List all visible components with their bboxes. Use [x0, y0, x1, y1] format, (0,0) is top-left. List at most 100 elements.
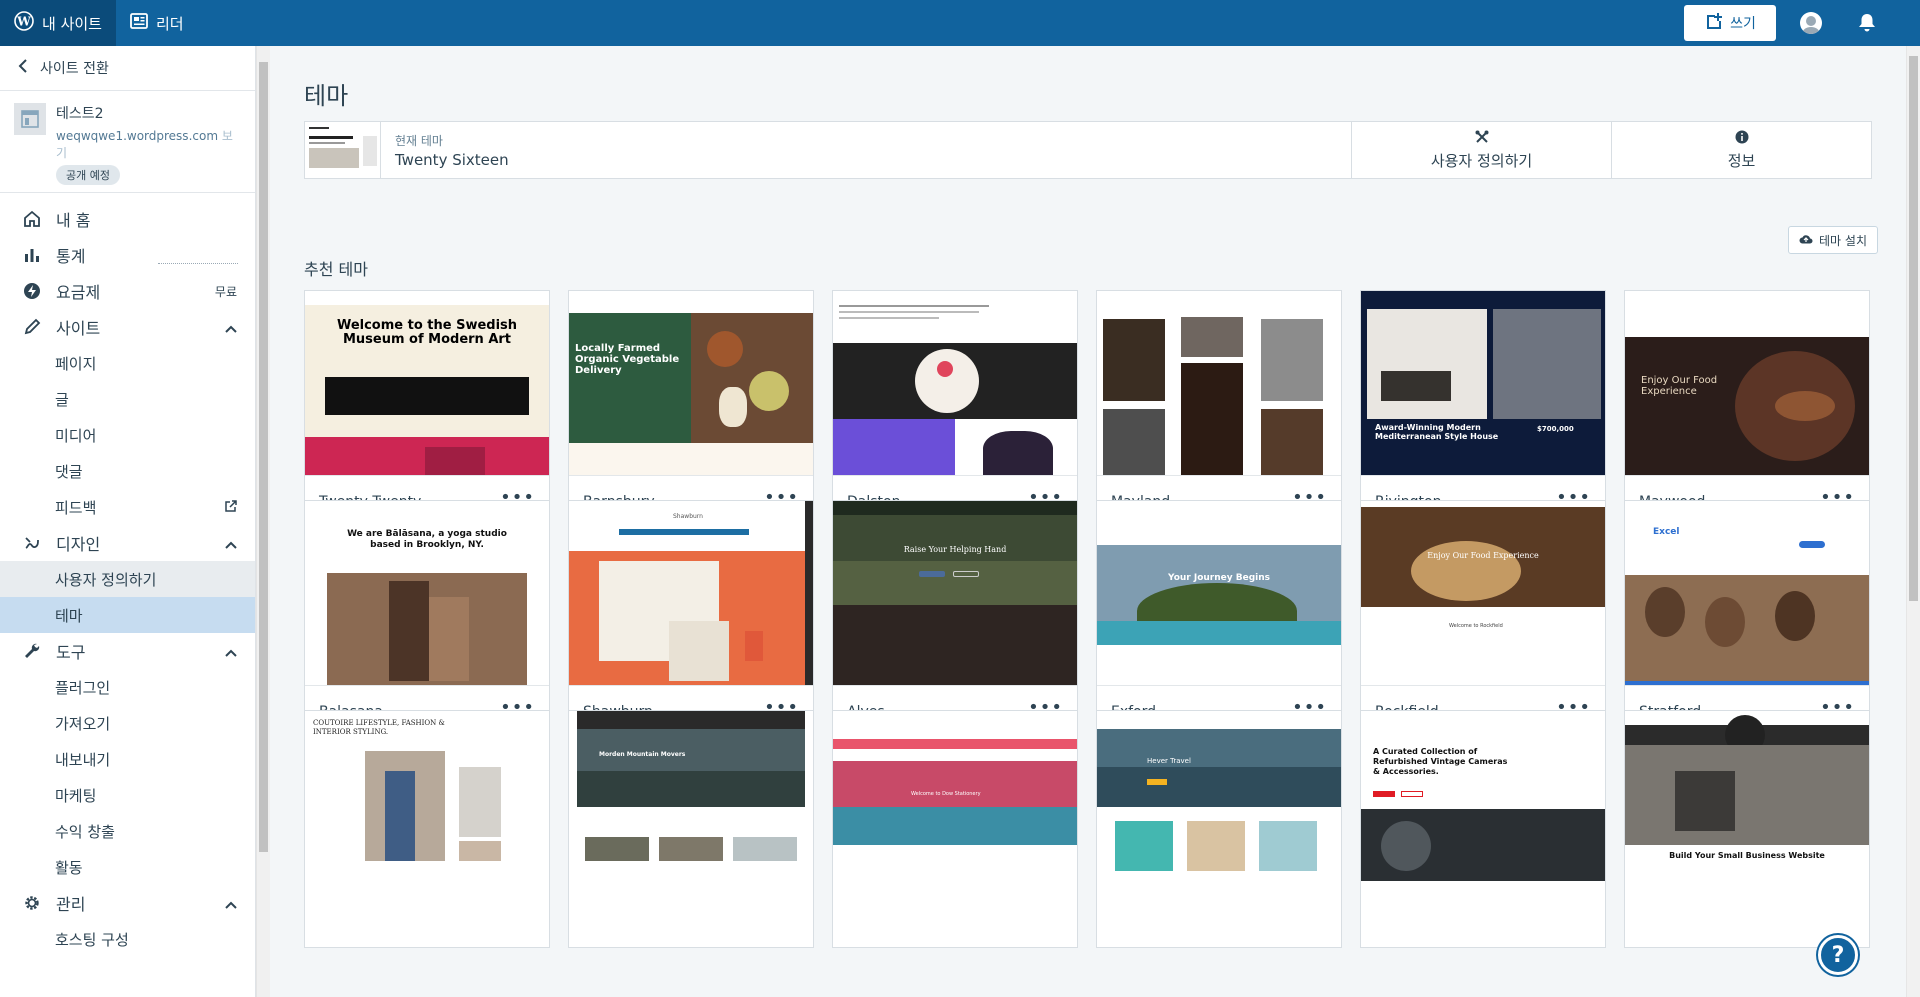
theme-screenshot[interactable] [833, 291, 1077, 475]
tools-icon [1475, 130, 1489, 148]
sidebar-item-feedback[interactable]: 피드백 [0, 489, 255, 525]
theme-screenshot[interactable]: We are Bālāsana, a yoga studio based in … [305, 501, 549, 685]
theme-card[interactable]: Shawburn Shawburn ••• [568, 500, 814, 738]
write-button[interactable]: 쓰기 [1684, 5, 1776, 41]
sidebar-item-plan[interactable]: 요금제 무료 [0, 273, 255, 309]
theme-card[interactable]: Build Your Small Business Website [1624, 710, 1870, 948]
write-icon [1704, 12, 1723, 34]
sidebar-item-label: 디자인 [56, 535, 101, 554]
theme-card[interactable]: We are Bālāsana, a yoga studio based in … [304, 500, 550, 738]
theme-screenshot[interactable]: Build Your Small Business Website [1625, 711, 1869, 881]
switch-site-button[interactable]: 사이트 전환 [0, 46, 255, 91]
theme-card[interactable]: Mayland ••• [1096, 290, 1342, 528]
theme-card[interactable]: Enjoy Our Food Experience Maywood ••• [1624, 290, 1870, 528]
site-url[interactable]: weqwqwe1.wordpress.com 보기 [56, 127, 241, 161]
sidebar-item-media[interactable]: 미디어 [0, 417, 255, 453]
theme-headline: Enjoy Our Food Experience [1641, 375, 1718, 397]
theme-card[interactable]: Dalston ••• [832, 290, 1078, 528]
theme-screenshot[interactable]: Award-Winning Modern Mediterranean Style… [1361, 291, 1605, 475]
theme-screenshot[interactable]: Welcome to the Swedish Museum of Modern … [305, 291, 549, 475]
sidebar-item-design[interactable]: 디자인 [0, 525, 255, 561]
sidebar-item-themes[interactable]: 테마 [0, 597, 255, 633]
switch-site-label: 사이트 전환 [40, 61, 109, 77]
wordpress-logo-icon: W [14, 11, 34, 35]
wrench-icon [22, 641, 42, 661]
sidebar-item-label: 요금제 [56, 283, 101, 302]
theme-card[interactable]: Welcome to Dow Stationery [832, 710, 1078, 948]
theme-card[interactable]: Your Journey Begins Exford ••• [1096, 500, 1342, 738]
theme-card[interactable]: Enjoy Our Food Experience Welcome to Roc… [1360, 500, 1606, 738]
theme-screenshot[interactable]: A Curated Collection of Refurbished Vint… [1361, 711, 1605, 881]
theme-screenshot[interactable]: Locally Farmed Organic Vegetable Deliver… [569, 291, 813, 475]
sidebar-item-pages[interactable]: 페이지 [0, 345, 255, 381]
current-theme-thumbnail[interactable] [305, 122, 381, 178]
theme-card[interactable]: Hever Travel [1096, 710, 1342, 948]
page-scrollbar-thumb[interactable] [1909, 56, 1918, 601]
sidebar-item-activity[interactable]: 활동 [0, 849, 255, 885]
theme-screenshot[interactable]: Hever Travel [1097, 711, 1341, 881]
theme-headline: Morden Mountain Movers [599, 751, 686, 758]
theme-headline: Award-Winning Modern Mediterranean Style… [1375, 423, 1499, 441]
sidebar-item-site[interactable]: 사이트 [0, 309, 255, 345]
theme-card[interactable]: Welcome to the Swedish Museum of Modern … [304, 290, 550, 528]
theme-headline: Enjoy Our Food Experience [1427, 551, 1539, 560]
theme-card[interactable]: COUTOIRE LIFESTYLE, FASHION & INTERIOR S… [304, 710, 550, 948]
sidebar-item-stats[interactable]: 통계 [0, 237, 255, 273]
theme-card[interactable]: Excel Stratford ••• [1624, 500, 1870, 738]
help-button[interactable]: ? [1818, 935, 1858, 975]
chevron-up-icon [225, 318, 237, 337]
info-button[interactable]: 정보 [1611, 122, 1871, 178]
theme-card[interactable]: Raise Your Helping Hand Alves ••• [832, 500, 1078, 738]
sidebar-item-manage[interactable]: 관리 [0, 885, 255, 921]
sidebar-scrollbar-thumb[interactable] [259, 62, 268, 852]
theme-headline: A Curated Collection of Refurbished Vint… [1373, 747, 1508, 776]
sidebar-item-import[interactable]: 가져오기 [0, 705, 255, 741]
theme-screenshot[interactable]: Enjoy Our Food Experience Welcome to Roc… [1361, 501, 1605, 685]
sidebar-item-posts[interactable]: 글 [0, 381, 255, 417]
sidebar-scrollbar[interactable] [256, 46, 270, 997]
sidebar-item-marketing[interactable]: 마케팅 [0, 777, 255, 813]
chevron-left-icon [18, 59, 28, 77]
theme-headline: Build Your Small Business Website [1669, 851, 1825, 860]
profile-avatar-icon[interactable] [1800, 12, 1822, 34]
theme-screenshot[interactable]: Your Journey Begins [1097, 501, 1341, 685]
site-url-text: weqwqwe1.wordpress.com [56, 129, 219, 143]
theme-screenshot[interactable] [1097, 291, 1341, 475]
customize-button[interactable]: 사용자 정의하기 [1351, 122, 1611, 178]
sidebar-item-hosting[interactable]: 호스팅 구성 [0, 921, 255, 957]
home-icon [22, 209, 42, 229]
theme-card[interactable]: Morden Mountain Movers [568, 710, 814, 948]
pencil-icon [22, 317, 42, 337]
theme-card[interactable]: Award-Winning Modern Mediterranean Style… [1360, 290, 1606, 528]
sidebar-item-plugins[interactable]: 플러그인 [0, 669, 255, 705]
notifications-bell-icon[interactable] [1858, 13, 1876, 33]
sidebar-item-customize[interactable]: 사용자 정의하기 [0, 561, 255, 597]
sidebar-item-my-home[interactable]: 내 홈 [0, 201, 255, 237]
theme-card[interactable]: A Curated Collection of Refurbished Vint… [1360, 710, 1606, 948]
info-icon [1735, 130, 1749, 148]
theme-screenshot[interactable]: Shawburn [569, 501, 813, 685]
install-theme-button[interactable]: 테마 설치 [1788, 226, 1878, 254]
theme-card[interactable]: Locally Farmed Organic Vegetable Deliver… [568, 290, 814, 528]
sidebar-item-export[interactable]: 내보내기 [0, 741, 255, 777]
sidebar-item-comments[interactable]: 댓글 [0, 453, 255, 489]
sidebar-item-earn[interactable]: 수익 창출 [0, 813, 255, 849]
my-site-button[interactable]: W 내 사이트 [0, 0, 116, 46]
theme-screenshot[interactable]: Raise Your Helping Hand [833, 501, 1077, 685]
theme-screenshot[interactable]: COUTOIRE LIFESTYLE, FASHION & INTERIOR S… [305, 711, 549, 881]
reader-label: 리더 [155, 14, 184, 33]
theme-headline: Excel [1653, 527, 1680, 537]
theme-screenshot[interactable]: Excel [1625, 501, 1869, 685]
info-label: 정보 [1727, 151, 1756, 170]
page-scrollbar[interactable] [1906, 46, 1920, 997]
main-content: 테마 현재 테마 Twenty Sixteen 사용자 정의하기 정보 테마 설… [270, 46, 1906, 997]
reader-button[interactable]: 리더 [116, 0, 198, 46]
sidebar: 사이트 전환 테스트2 weqwqwe1.wordpress.com 보기 공개… [0, 46, 256, 997]
theme-screenshot[interactable]: Enjoy Our Food Experience [1625, 291, 1869, 475]
theme-screenshot[interactable]: Welcome to Dow Stationery [833, 711, 1077, 881]
current-site-card[interactable]: 테스트2 weqwqwe1.wordpress.com 보기 공개 예정 [0, 91, 255, 193]
sidebar-item-tools[interactable]: 도구 [0, 633, 255, 669]
reader-icon [130, 13, 148, 33]
theme-screenshot[interactable]: Morden Mountain Movers [569, 711, 813, 881]
sidebar-item-label: 사이트 [56, 319, 101, 338]
